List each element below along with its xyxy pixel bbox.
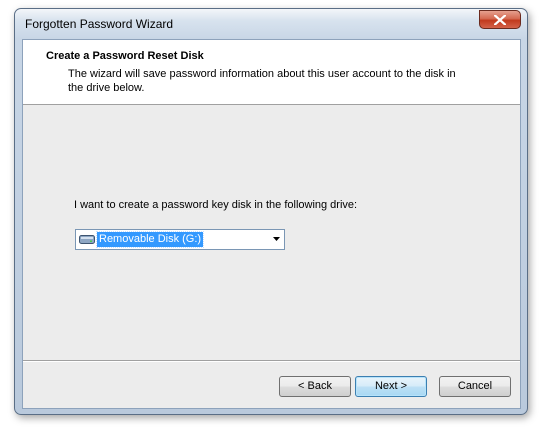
wizard-client-area: Create a Password Reset Disk The wizard … — [22, 39, 521, 409]
page-title: Create a Password Reset Disk — [46, 50, 204, 62]
cancel-button[interactable]: Cancel — [439, 376, 511, 397]
wizard-header: Create a Password Reset Disk The wizard … — [23, 40, 520, 105]
drive-select-value: Removable Disk (G:) — [95, 231, 205, 248]
title-bar[interactable]: Forgotten Password Wizard — [15, 9, 527, 39]
close-button[interactable] — [479, 10, 521, 29]
close-icon — [494, 15, 506, 25]
removable-disk-icon — [79, 235, 95, 244]
next-button[interactable]: Next > — [355, 376, 427, 397]
drive-prompt-label: I want to create a password key disk in … — [74, 199, 358, 211]
chevron-down-icon[interactable] — [273, 237, 280, 241]
back-button[interactable]: < Back — [279, 376, 351, 397]
window-title: Forgotten Password Wizard — [25, 17, 174, 31]
wizard-window: Forgotten Password Wizard Create a Passw… — [14, 8, 528, 415]
footer-divider — [23, 360, 520, 362]
page-description: The wizard will save password informatio… — [68, 68, 456, 94]
drive-select[interactable]: Removable Disk (G:) — [75, 229, 285, 250]
